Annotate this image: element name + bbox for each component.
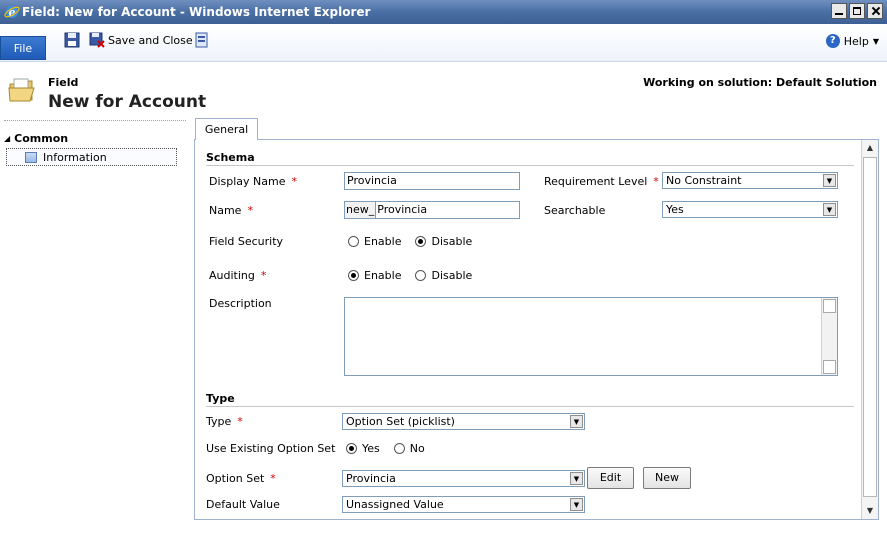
default-value-label: Default Value [206, 498, 280, 511]
collapse-triangle-icon: ◢ [4, 134, 11, 143]
default-value-value: Unassigned Value [346, 498, 444, 511]
maximize-button[interactable] [849, 3, 865, 19]
field-security-label: Field Security [209, 235, 284, 248]
chevron-down-icon: ▼ [570, 415, 583, 428]
form-header: Field New for Account Working on solutio… [0, 62, 887, 120]
option-set-value: Provincia [346, 472, 396, 485]
scroll-down-icon: ▼ [866, 506, 874, 515]
required-marker: * [270, 472, 276, 485]
use-existing-option-set-label: Use Existing Option Set [206, 442, 336, 455]
internet-explorer-icon: e [4, 6, 20, 19]
tab-panel: Schema Display Name * Provincia Requireme… [194, 139, 879, 520]
chevron-down-icon: ▼ [823, 174, 836, 187]
entity-label: Field [48, 76, 79, 89]
use-existing-yes[interactable]: Yes [346, 442, 380, 455]
section-divider [206, 165, 854, 166]
save-icon[interactable] [64, 32, 80, 48]
auditing-options: Enable Disable [348, 269, 482, 282]
name-prefix: new_ [345, 202, 377, 218]
type-label: Type * [206, 415, 243, 428]
header-divider [4, 120, 186, 121]
display-name-input[interactable]: Provincia [344, 172, 520, 190]
scroll-up-icon: ▲ [866, 143, 874, 152]
edit-option-set-button[interactable]: Edit [587, 467, 634, 489]
nav-item-information[interactable]: Information [6, 148, 177, 166]
chevron-down-icon: ▼ [570, 472, 583, 485]
textarea-scrollbar[interactable] [821, 298, 837, 375]
chevron-down-icon: ▼ [570, 498, 583, 511]
required-marker: * [247, 204, 253, 217]
ribbon-toolbar: File Save and Close ? Help ▼ [0, 24, 887, 62]
required-marker: * [237, 415, 243, 428]
window-titlebar: e Field: New for Account - Windows Inter… [0, 0, 887, 24]
file-button[interactable]: File [0, 36, 46, 60]
radio-icon [348, 236, 359, 247]
requirement-level-value: No Constraint [666, 174, 742, 187]
tab-general[interactable]: General [195, 118, 258, 140]
description-textarea[interactable] [344, 297, 838, 376]
auditing-disable[interactable]: Disable [415, 269, 472, 282]
new-option-set-button[interactable]: New [643, 467, 691, 489]
solution-text: Working on solution: Default Solution [643, 76, 877, 89]
save-and-close-icon[interactable] [89, 32, 105, 48]
type-select[interactable]: Option Set (picklist) ▼ [342, 413, 585, 430]
scroll-thumb [863, 157, 877, 497]
radio-icon [393, 443, 405, 454]
auditing-label: Auditing * [209, 269, 267, 282]
searchable-value: Yes [666, 203, 684, 216]
page-title: New for Account [48, 92, 207, 112]
display-name-label: Display Name * [209, 175, 297, 188]
requirement-level-select[interactable]: No Constraint ▼ [662, 172, 838, 189]
name-input[interactable]: new_ Provincia [344, 201, 520, 219]
window-title: Field: New for Account - Windows Interne… [22, 5, 371, 19]
required-marker: * [653, 175, 659, 188]
main-content: General Schema Display Name * Provincia R… [194, 118, 883, 520]
field-security-options: Enable Disable [348, 235, 482, 248]
folder-icon [8, 78, 35, 102]
name-label: Name * [209, 204, 253, 217]
requirement-level-label: Requirement Level * [544, 175, 659, 188]
radio-selected-icon [415, 236, 427, 247]
chevron-down-icon: ▼ [872, 36, 879, 46]
nav-group-label: Common [14, 132, 69, 145]
field-security-enable[interactable]: Enable [348, 235, 401, 248]
section-divider [206, 406, 854, 407]
form-icon [25, 151, 37, 163]
minimize-button[interactable] [831, 3, 847, 19]
help-menu[interactable]: ? Help ▼ [825, 34, 879, 48]
searchable-select[interactable]: Yes ▼ [662, 201, 838, 218]
description-label: Description [209, 297, 272, 310]
section-title-schema: Schema [206, 151, 255, 164]
panel-scrollbar[interactable]: ▲ ▼ [861, 140, 878, 519]
type-value: Option Set (picklist) [346, 415, 455, 428]
help-label: Help [843, 34, 869, 48]
option-set-select[interactable]: Provincia ▼ [342, 470, 585, 487]
radio-icon [415, 270, 427, 281]
nav-item-label: Information [43, 150, 107, 164]
name-value: Provincia [377, 203, 428, 216]
chevron-down-icon: ▼ [823, 203, 836, 216]
searchable-label: Searchable [544, 204, 606, 217]
publish-icon[interactable] [194, 32, 210, 48]
required-marker: * [260, 269, 267, 282]
nav-group-common[interactable]: ◢ Common [4, 132, 68, 145]
use-existing-no[interactable]: No [393, 442, 425, 455]
auditing-enable[interactable]: Enable [348, 269, 401, 282]
radio-selected-icon [346, 443, 357, 454]
save-and-close-button[interactable]: Save and Close [108, 34, 193, 47]
section-title-type: Type [206, 392, 235, 405]
radio-selected-icon [348, 270, 359, 281]
default-value-select[interactable]: Unassigned Value ▼ [342, 496, 585, 513]
required-marker: * [291, 175, 298, 188]
close-window-button[interactable] [867, 3, 883, 19]
help-icon: ? [825, 34, 840, 48]
option-set-label: Option Set * [206, 472, 276, 485]
field-security-disable[interactable]: Disable [415, 235, 472, 248]
use-existing-options: Yes No [346, 442, 435, 455]
left-navigation: ◢ Common Information [0, 122, 188, 538]
